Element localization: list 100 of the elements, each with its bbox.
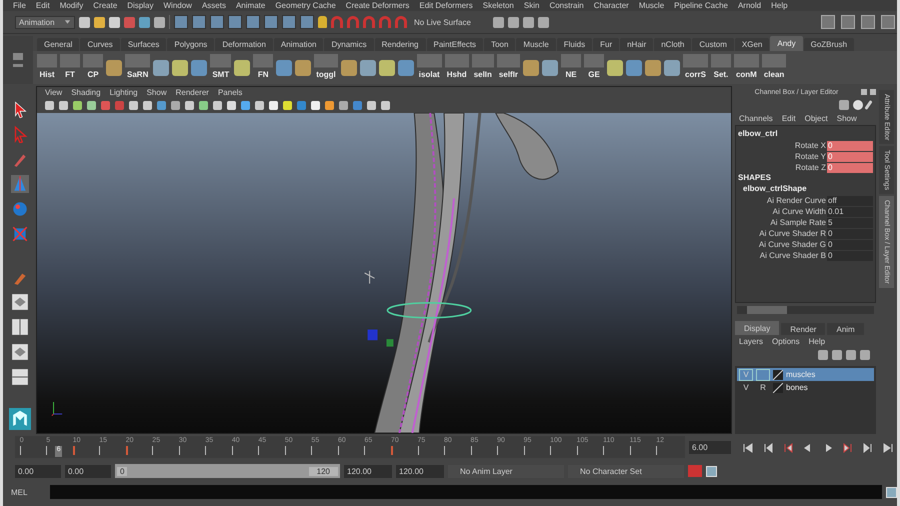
layer-tab[interactable]: Anim [827, 323, 864, 335]
panel-toggle-icon[interactable] [861, 15, 875, 29]
menu-item[interactable]: Arnold [738, 1, 762, 10]
shelf-tool-icon[interactable] [106, 60, 122, 76]
shelf-tab[interactable]: Andy [770, 36, 803, 51]
channel-menu-item[interactable]: Show [836, 114, 857, 123]
mode-dropdown[interactable]: Animation [15, 16, 75, 28]
magnet-icon[interactable] [363, 16, 375, 28]
shelf-tab[interactable]: PaintEffects [426, 38, 484, 51]
menu-item[interactable]: File [13, 1, 26, 10]
character-set-dropdown[interactable]: No Character Set [568, 464, 684, 478]
shelf-tool-icon[interactable] [626, 60, 642, 76]
magnet-icon[interactable] [395, 16, 407, 28]
menu-item[interactable]: Animate [236, 1, 266, 10]
shelf-tab[interactable]: Deformation [215, 38, 273, 51]
shelf-tool-icon[interactable] [645, 60, 662, 76]
range-start-handle[interactable]: 0 [117, 466, 128, 476]
shelf-tab[interactable]: XGen [734, 38, 770, 51]
menu-item[interactable]: Skeleton [482, 1, 514, 10]
menu-item[interactable]: Help [771, 1, 788, 10]
shelf-tool-icon[interactable] [664, 60, 680, 76]
shelf-tab[interactable]: Curves [80, 38, 120, 51]
channel-menu-item[interactable]: Channels [739, 114, 773, 123]
menu-item[interactable]: Assets [202, 1, 226, 10]
attribute-value[interactable]: 0 [827, 250, 873, 260]
shelf-tool-icon[interactable] [523, 60, 540, 76]
attribute-value[interactable]: 0 [827, 228, 873, 238]
attribute-value[interactable]: 5 [827, 218, 873, 228]
layer-menu-item[interactable]: Options [772, 337, 800, 346]
channel-menu-item[interactable]: Object [804, 114, 828, 123]
snap-icon[interactable] [300, 15, 314, 29]
tool-icon[interactable] [139, 16, 150, 28]
tool-icon[interactable] [154, 16, 165, 28]
menu-item[interactable]: Display [127, 1, 154, 10]
shelf-tab[interactable]: General [37, 38, 80, 51]
start-time-field[interactable]: 0.00 [15, 464, 61, 478]
snap-icon[interactable] [264, 15, 278, 29]
menu-item[interactable]: Modify [60, 1, 84, 10]
shelf-tab[interactable]: Dynamics [324, 38, 374, 51]
tool-icon[interactable] [79, 16, 90, 28]
shelf-tab[interactable]: Custom [692, 38, 734, 51]
panel-menu-item[interactable]: View [45, 88, 62, 97]
shelf-tab[interactable]: Toon [484, 38, 516, 51]
layer-flag[interactable]: V [739, 382, 753, 394]
panel-toggle-icon[interactable] [821, 15, 835, 29]
snap-icon[interactable] [210, 15, 224, 29]
panel-menu-item[interactable]: Shading [71, 88, 101, 97]
shelf-tool-icon[interactable] [607, 60, 624, 76]
magnet-icon[interactable] [379, 16, 391, 28]
menu-item[interactable]: Window [164, 1, 192, 10]
menu-item[interactable]: Create [93, 1, 118, 10]
layer-tab[interactable]: Render [781, 323, 826, 335]
layout-icon[interactable] [10, 293, 28, 311]
panel-toggle-icon[interactable] [881, 15, 895, 29]
menu-item[interactable]: Edit Deformers [419, 1, 473, 10]
cube-icon[interactable] [10, 225, 28, 243]
end-time-field[interactable]: 120.00 [396, 464, 444, 478]
shelf-tool-icon[interactable] [378, 60, 395, 76]
command-input-field[interactable] [50, 485, 882, 499]
shelf-tab[interactable]: Animation [274, 38, 324, 51]
menu-item[interactable]: Geometry Cache [275, 1, 336, 10]
panel-toggle-icon[interactable] [841, 15, 855, 29]
shelf-tab[interactable]: Fur [593, 38, 620, 51]
menu-item[interactable]: Pipeline Cache [674, 1, 728, 10]
layer-menu-item[interactable]: Layers [739, 337, 764, 346]
menu-item[interactable]: Create Deformers [346, 1, 410, 10]
tool-icon[interactable] [109, 16, 120, 28]
shelf-tool-icon[interactable] [360, 60, 376, 76]
snap-icon[interactable] [192, 15, 206, 29]
shelf-tool-icon[interactable] [191, 60, 208, 76]
shelf-tool-icon[interactable] [153, 60, 170, 76]
shelf-tab[interactable]: Muscle [516, 38, 556, 51]
layer-row[interactable]: V R bones [737, 381, 874, 394]
current-time-field[interactable]: 6.00 [689, 440, 731, 454]
panel-menu-item[interactable]: Show [146, 88, 167, 97]
lock-icon[interactable] [318, 16, 327, 28]
range-slider-bar[interactable]: 0 120 [115, 464, 340, 478]
shelf-tool-icon[interactable] [234, 60, 250, 76]
layout-icon[interactable] [10, 318, 28, 336]
attribute-value[interactable]: off [827, 196, 873, 206]
cone-icon[interactable] [10, 175, 28, 193]
snap-icon[interactable] [174, 15, 188, 29]
magnet-icon[interactable] [347, 16, 359, 28]
range-end-field[interactable]: 120.00 [344, 464, 392, 478]
app-logo-icon[interactable] [8, 408, 30, 430]
channel-menu-item[interactable]: Edit [782, 114, 796, 123]
layer-tab[interactable]: Display [735, 321, 780, 335]
shelf-tab[interactable]: nCloth [654, 38, 692, 51]
range-start-field[interactable]: 0.00 [65, 464, 111, 478]
snap-icon[interactable] [228, 15, 242, 29]
menu-item[interactable]: Muscle [638, 1, 664, 10]
end-button[interactable] [881, 440, 895, 454]
panel-menu-item[interactable]: Panels [218, 88, 242, 97]
magnet-icon[interactable] [331, 16, 343, 28]
shelf-tool-icon[interactable] [542, 60, 558, 76]
shelf-tool-icon[interactable] [172, 60, 188, 76]
panel-menu-item[interactable]: Lighting [110, 88, 138, 97]
menu-item[interactable]: Edit [36, 1, 50, 10]
sphere-icon[interactable] [853, 100, 863, 110]
attribute-value[interactable]: 0 [827, 240, 873, 250]
